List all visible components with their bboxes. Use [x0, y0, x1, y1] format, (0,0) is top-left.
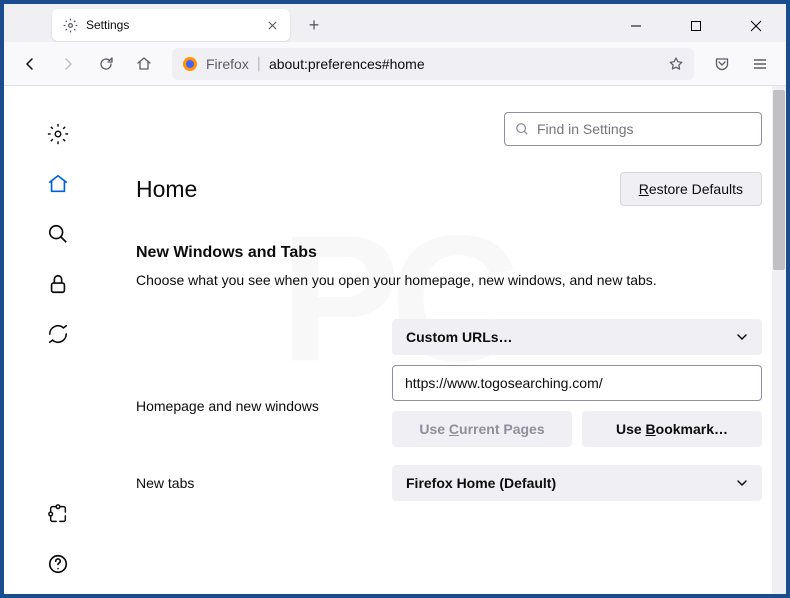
reload-button[interactable]	[90, 48, 122, 80]
homepage-mode-dropdown[interactable]: Custom URLs…	[392, 319, 762, 355]
page-title: Home	[136, 176, 197, 203]
new-tab-button[interactable]: +	[300, 11, 328, 39]
sidebar	[4, 86, 112, 594]
sidebar-item-privacy[interactable]	[38, 264, 78, 304]
pocket-button[interactable]	[706, 48, 738, 80]
menu-button[interactable]	[744, 48, 776, 80]
close-icon[interactable]	[264, 17, 280, 33]
chevron-down-icon	[736, 477, 748, 489]
search-icon	[515, 122, 529, 136]
section-title: New Windows and Tabs	[136, 244, 762, 262]
sidebar-item-general[interactable]	[38, 114, 78, 154]
maximize-button[interactable]	[678, 12, 714, 40]
firefox-icon	[182, 56, 198, 72]
restore-defaults-button[interactable]: Restore Defaults	[620, 172, 762, 206]
home-button[interactable]	[128, 48, 160, 80]
scrollbar[interactable]	[772, 86, 786, 594]
settings-search-input[interactable]	[537, 121, 751, 137]
dropdown-value: Firefox Home (Default)	[406, 475, 556, 491]
newtabs-label: New tabs	[136, 475, 376, 491]
bookmark-star-icon[interactable]	[668, 56, 684, 72]
dropdown-value: Custom URLs…	[406, 329, 513, 345]
sidebar-item-help[interactable]	[38, 544, 78, 584]
main-content: Home Restore Defaults New Windows and Ta…	[112, 86, 786, 594]
newtabs-dropdown[interactable]: Firefox Home (Default)	[392, 465, 762, 501]
close-button[interactable]	[738, 12, 774, 40]
sidebar-item-home[interactable]	[38, 164, 78, 204]
use-bookmark-button[interactable]: Use Bookmark…	[582, 411, 762, 447]
homepage-url-input[interactable]	[392, 365, 762, 401]
url-bar[interactable]: Firefox | about:preferences#home	[172, 48, 694, 80]
chevron-down-icon	[736, 331, 748, 343]
sidebar-item-sync[interactable]	[38, 314, 78, 354]
settings-search[interactable]	[504, 112, 762, 146]
use-current-pages-button[interactable]: Use Current Pages	[392, 411, 572, 447]
back-button[interactable]	[14, 48, 46, 80]
forward-button[interactable]	[52, 48, 84, 80]
url-text: about:preferences#home	[269, 56, 660, 72]
browser-tab[interactable]: Settings	[52, 9, 290, 41]
minimize-button[interactable]	[618, 12, 654, 40]
section-description: Choose what you see when you open your h…	[136, 270, 762, 291]
sidebar-item-extensions[interactable]	[38, 494, 78, 534]
nav-bar: Firefox | about:preferences#home	[4, 42, 786, 86]
tab-title: Settings	[86, 18, 256, 32]
sidebar-item-search[interactable]	[38, 214, 78, 254]
gear-icon	[62, 17, 78, 33]
url-context: Firefox	[206, 56, 249, 72]
homepage-label: Homepage and new windows	[136, 398, 376, 414]
scrollbar-thumb[interactable]	[773, 90, 785, 270]
